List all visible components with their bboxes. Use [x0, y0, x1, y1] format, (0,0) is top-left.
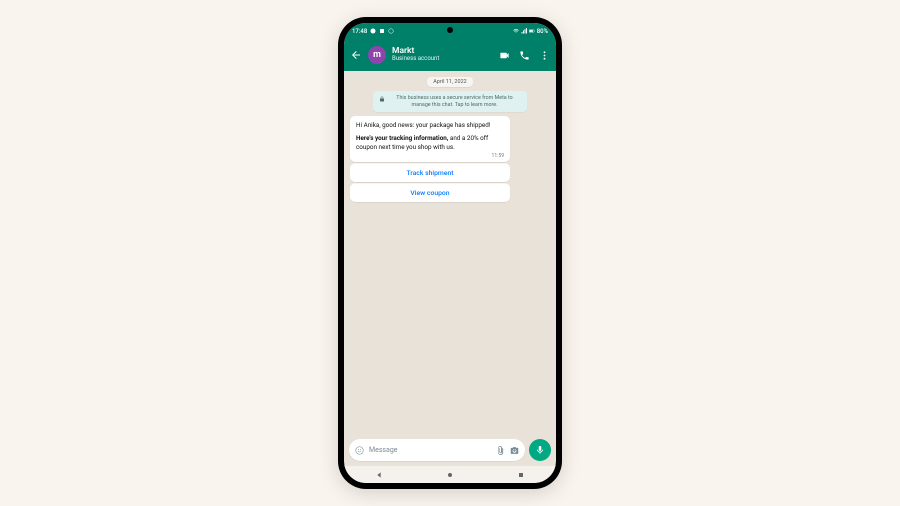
back-arrow-icon[interactable] — [350, 49, 362, 61]
track-shipment-button[interactable]: Track shipment — [350, 163, 510, 182]
attach-icon[interactable] — [496, 446, 505, 455]
input-bar: Message — [344, 435, 556, 465]
input-placeholder: Message — [369, 446, 491, 454]
front-camera — [447, 27, 453, 33]
secure-banner[interactable]: This business uses a secure service from… — [373, 91, 527, 112]
video-call-icon[interactable] — [499, 50, 510, 61]
message-time: 11:59 — [356, 153, 504, 160]
status-time: 17:48 — [352, 28, 367, 35]
lock-icon — [379, 96, 385, 102]
wifi-icon — [513, 28, 519, 34]
status-app-icon — [379, 28, 385, 34]
date-chip: April 11, 2022 — [427, 77, 473, 87]
contact-block[interactable]: Markt Business account — [392, 47, 493, 62]
nav-back-icon[interactable] — [375, 471, 383, 479]
message-bubble[interactable]: Hi Anika, good news: your package has sh… — [350, 116, 510, 162]
screen: 17:48 80% m Markt Business account — [344, 23, 556, 483]
nav-home-icon[interactable] — [446, 471, 454, 479]
message-input[interactable]: Message — [349, 439, 525, 461]
system-nav-bar — [344, 465, 556, 483]
app-bar: m Markt Business account — [344, 39, 556, 71]
more-icon[interactable] — [539, 50, 550, 61]
nav-recent-icon[interactable] — [517, 471, 525, 479]
status-app-icon — [370, 28, 376, 34]
avatar[interactable]: m — [368, 46, 386, 64]
app-actions — [499, 50, 550, 61]
secure-banner-text: This business uses a secure service from… — [388, 95, 521, 108]
phone-frame: 17:48 80% m Markt Business account — [338, 17, 562, 489]
status-app-icon — [388, 28, 394, 34]
emoji-icon[interactable] — [355, 446, 364, 455]
avatar-letter: m — [373, 50, 381, 60]
mic-button[interactable] — [529, 439, 551, 461]
camera-icon[interactable] — [510, 446, 519, 455]
battery-percent: 80% — [537, 28, 548, 35]
chat-area[interactable]: April 11, 2022 This business uses a secu… — [344, 71, 556, 435]
contact-subtitle: Business account — [392, 56, 493, 62]
view-coupon-button[interactable]: View coupon — [350, 183, 510, 202]
battery-icon — [529, 28, 535, 34]
voice-call-icon[interactable] — [519, 50, 530, 61]
message-line-1: Hi Anika, good news: your package has sh… — [356, 121, 504, 129]
mic-icon — [535, 445, 545, 455]
message-line-2: Here's your tracking information, and a … — [356, 134, 504, 150]
message-bold: Here's your tracking information, — [356, 134, 448, 142]
message-group: Hi Anika, good news: your package has sh… — [350, 116, 510, 202]
signal-icon — [521, 28, 527, 34]
